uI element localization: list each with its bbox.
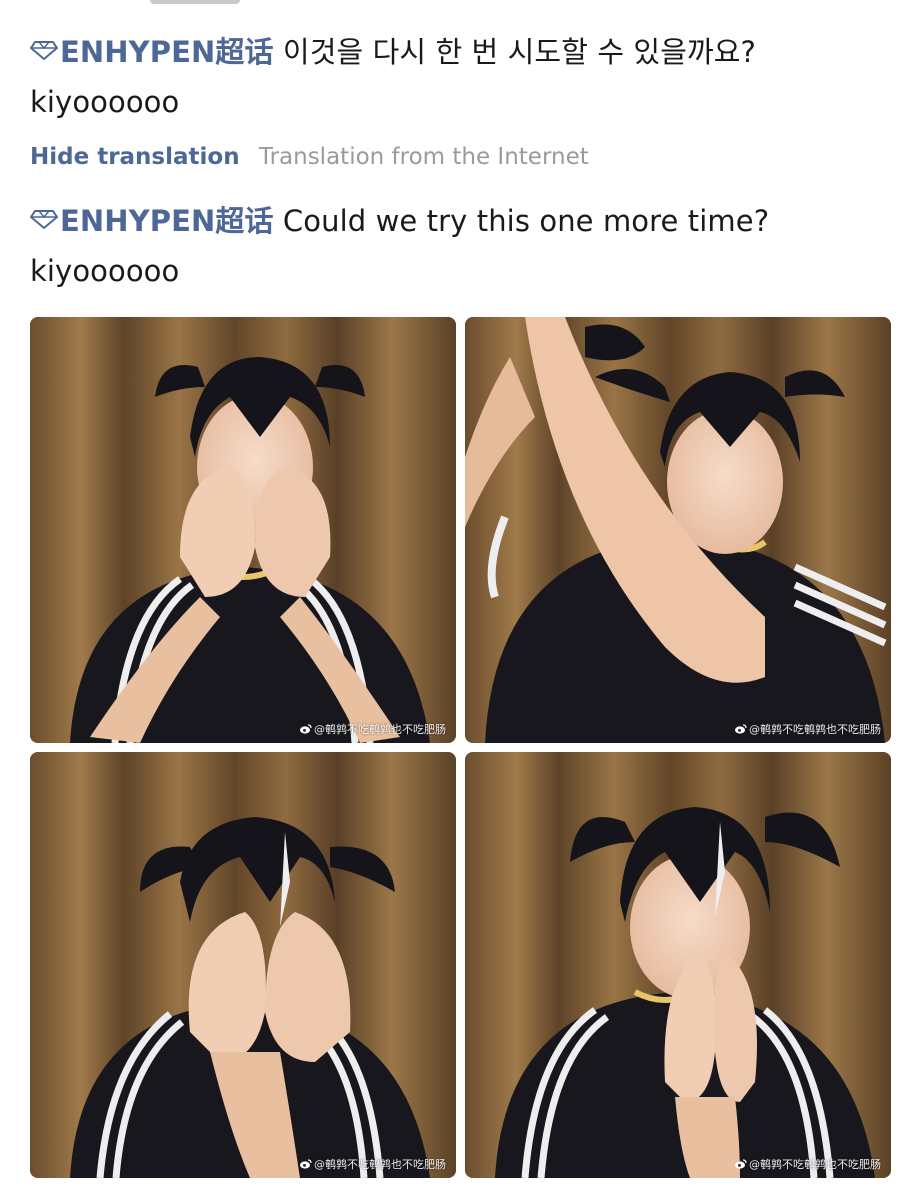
photo-3-watermark: @鹌鹑不吃鹌鹑也不吃肥肠 — [300, 1156, 446, 1172]
photo-1-watermark: @鹌鹑不吃鹌鹑也不吃肥肠 — [300, 721, 446, 737]
topic-link-translated[interactable]: ENHYPEN超话 — [30, 204, 274, 238]
translated-text: Could we try this one more time? — [282, 204, 770, 238]
photo-1-image — [30, 317, 456, 743]
weibo-icon — [300, 1159, 312, 1169]
photo-4-watermark: @鹌鹑不吃鹌鹑也不吃肥肠 — [735, 1156, 881, 1172]
photo-3[interactable]: @鹌鹑不吃鹌鹑也不吃肥肠 — [30, 752, 456, 1178]
photo-2-image — [465, 317, 891, 743]
weibo-icon — [300, 724, 312, 734]
photo-2[interactable]: @鹌鹑不吃鹌鹑也不吃肥肠 — [465, 317, 891, 743]
weibo-icon — [735, 724, 747, 734]
translation-bar: Hide translation Translation from the In… — [30, 139, 589, 175]
photo-4[interactable]: @鹌鹑不吃鹌鹑也不吃肥肠 — [465, 752, 891, 1178]
original-post-text: ENHYPEN超话 이것을 다시 한 번 시도할 수 있을까요? kiyoooo… — [30, 27, 890, 127]
diamond-icon — [30, 209, 58, 229]
photo-3-image — [30, 752, 456, 1178]
translation-source-label: Translation from the Internet — [258, 144, 589, 170]
hide-translation-button[interactable]: Hide translation — [30, 144, 240, 170]
cropped-previous-content — [150, 0, 240, 4]
photo-4-image — [465, 752, 891, 1178]
translated-author-tag: kiyoooooo — [30, 254, 180, 288]
photo-1[interactable]: @鹌鹑不吃鹌鹑也不吃肥肠 — [30, 317, 456, 743]
weibo-icon — [735, 1159, 747, 1169]
topic-name-translated[interactable]: ENHYPEN超话 — [60, 204, 274, 238]
topic-name[interactable]: ENHYPEN超话 — [60, 35, 274, 69]
topic-link[interactable]: ENHYPEN超话 — [30, 35, 274, 69]
original-text: 이것을 다시 한 번 시도할 수 있을까요? — [282, 35, 757, 69]
translated-post-text: ENHYPEN超话 Could we try this one more tim… — [30, 196, 890, 296]
original-author-tag: kiyoooooo — [30, 85, 180, 119]
photo-2-watermark: @鹌鹑不吃鹌鹑也不吃肥肠 — [735, 721, 881, 737]
diamond-icon — [30, 40, 58, 60]
